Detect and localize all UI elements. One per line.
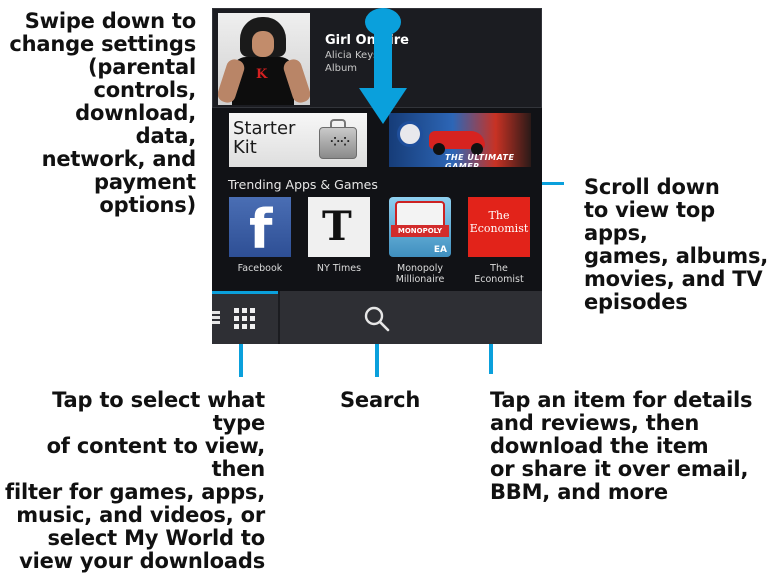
app-name-monopoly[interactable]: Monopoly Millionaire bbox=[378, 263, 462, 285]
app-tile-facebook[interactable]: f bbox=[229, 197, 291, 257]
app-tile-monopoly[interactable]: MONOPOLY EA bbox=[389, 197, 451, 257]
leader-line-search bbox=[375, 343, 379, 377]
callout-content-type: Tap to select what type of content to vi… bbox=[5, 388, 265, 573]
leader-line-content-type bbox=[239, 343, 243, 377]
app-tile-nytimes[interactable]: T bbox=[308, 197, 370, 257]
callout-scroll-down: Scroll down to view top apps, games, alb… bbox=[584, 175, 769, 314]
starter-kit-banner[interactable]: Starter Kit ⁘⁘ bbox=[229, 113, 367, 167]
active-tab-indicator bbox=[212, 291, 278, 294]
game-banner[interactable]: THE ULTIMATE GAMER bbox=[389, 113, 531, 167]
app-name-nytimes[interactable]: NY Times bbox=[297, 263, 381, 274]
nytimes-icon: T bbox=[322, 203, 352, 250]
bb-world-screen: K Girl On Fire Alicia Keys Album Starter… bbox=[212, 8, 542, 344]
callout-search: Search bbox=[340, 388, 421, 412]
bottom-action-bar bbox=[212, 291, 542, 344]
album-logo: K bbox=[256, 67, 268, 82]
cover-figure-face bbox=[252, 31, 274, 57]
app-name-facebook[interactable]: Facebook bbox=[218, 263, 302, 274]
starter-kit-label: Starter Kit bbox=[233, 118, 296, 158]
album-type: Album bbox=[325, 63, 358, 74]
game-banner-text: THE ULTIMATE GAMER bbox=[445, 153, 515, 167]
monopoly-icon: MONOPOLY bbox=[391, 225, 449, 237]
tab-divider bbox=[278, 291, 280, 344]
callout-swipe-down: Swipe down to change settings (parental … bbox=[9, 9, 196, 217]
swipe-down-arrow-icon bbox=[359, 8, 407, 126]
trending-section-title: Trending Apps & Games bbox=[228, 177, 378, 192]
search-icon[interactable] bbox=[363, 305, 391, 333]
facebook-icon: f bbox=[249, 198, 273, 258]
album-cover: K bbox=[218, 13, 310, 105]
wheel-graphic bbox=[433, 143, 445, 155]
economist-icon: The Economist bbox=[469, 209, 529, 235]
menu-lines-icon[interactable] bbox=[212, 311, 220, 325]
briefcase-icon: ⁘⁘ bbox=[319, 119, 357, 159]
app-name-economist[interactable]: The Economist bbox=[457, 263, 541, 285]
grid-icon[interactable] bbox=[234, 308, 255, 329]
ea-logo: EA bbox=[433, 245, 447, 255]
app-tile-economist[interactable]: The Economist bbox=[468, 197, 530, 257]
callout-tap-item: Tap an item for details and reviews, the… bbox=[490, 388, 753, 504]
